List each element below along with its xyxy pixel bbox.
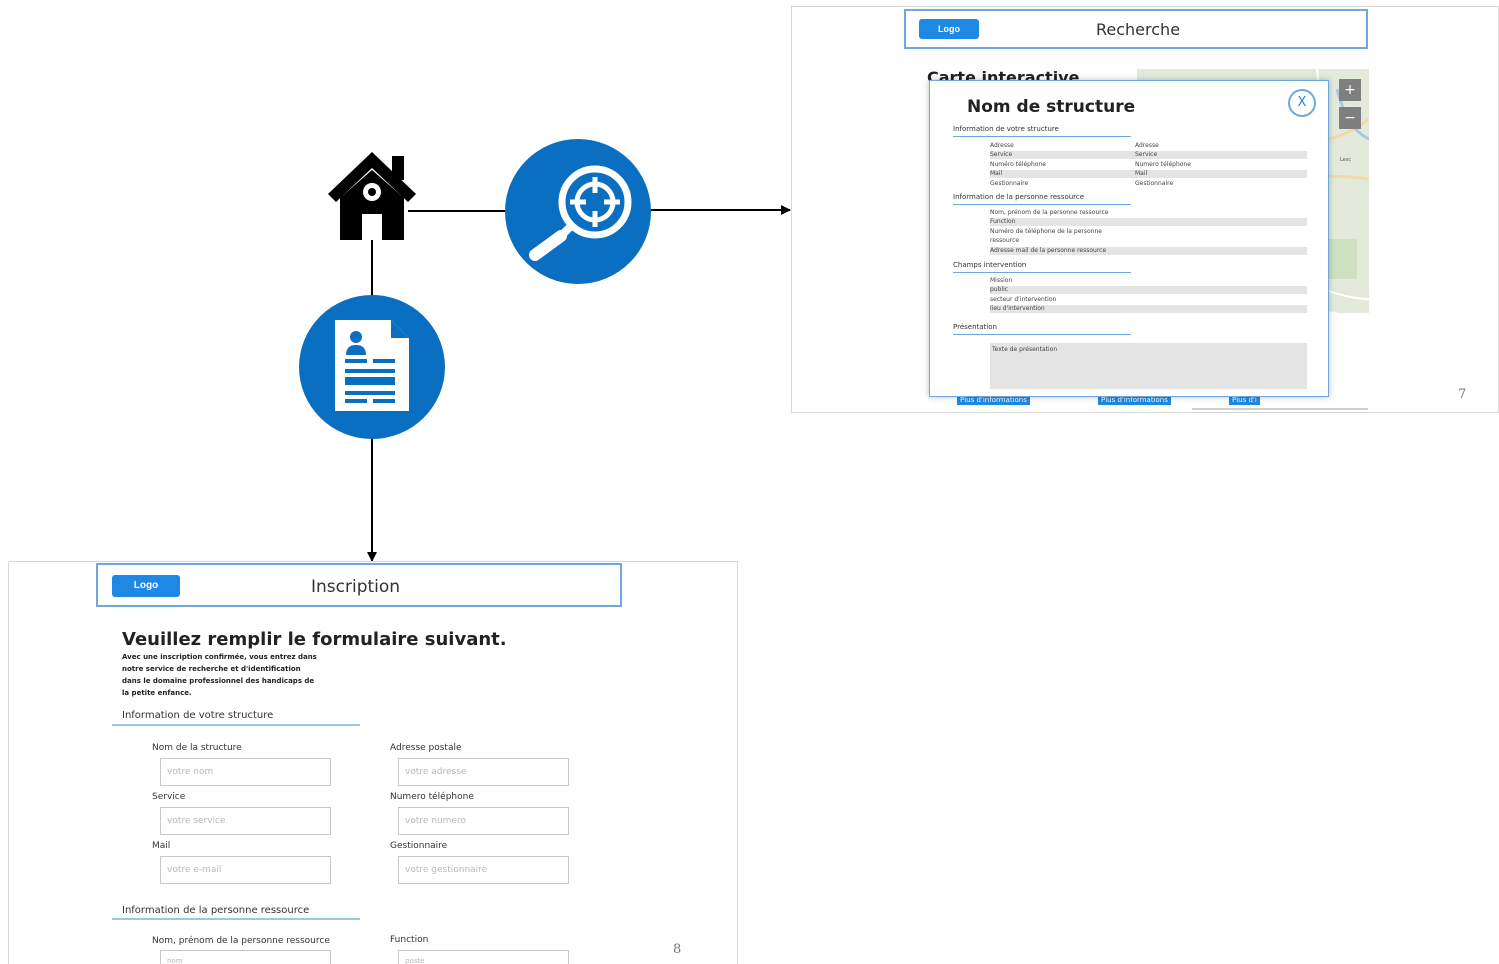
intro-line: la petite enfance.	[122, 689, 192, 697]
field-label: Mail	[152, 841, 171, 851]
intro-line: Avec une inscription confirmée, vous ent…	[122, 653, 317, 661]
form-section-title: Information de votre structure	[122, 710, 274, 721]
modal-row: Mail Mail	[990, 170, 1307, 178]
intro-line: notre service de recherche et d'identifi…	[122, 665, 301, 673]
modal-row: Function	[990, 218, 1307, 226]
modal-title: Nom de structure	[967, 97, 1136, 117]
inscription-header-title: Inscription	[311, 577, 401, 597]
section-underline	[953, 204, 1131, 205]
address-input[interactable]: votre adresse	[398, 758, 569, 786]
divider	[1192, 408, 1368, 410]
inscription-header: Logo Inscription	[96, 563, 622, 607]
modal-section-title: Présentation	[953, 323, 997, 331]
form-title: Veuillez remplir le formulaire suivant.	[122, 629, 507, 650]
modal-section-title: Information de votre structure	[953, 125, 1059, 133]
modal-row: Numéro de téléphone de la personne	[990, 228, 1102, 235]
home-icon	[328, 152, 416, 240]
search-header-title: Recherche	[1096, 20, 1181, 39]
zoom-out-button[interactable]: −	[1339, 107, 1361, 129]
field-label: Function	[390, 935, 429, 945]
intro-line: dans le domaine professionnel des handic…	[122, 677, 315, 685]
page-number: 7	[1458, 387, 1467, 402]
modal-row: Nom, prénom de la personne ressource	[990, 209, 1109, 216]
section-underline	[953, 272, 1131, 273]
section-underline	[112, 918, 360, 920]
structure-name-input[interactable]: votre nom	[160, 758, 331, 786]
service-input[interactable]: votre service	[160, 807, 331, 835]
email-input[interactable]: votre e-mail	[160, 856, 331, 884]
modal-row: Adresse mail de la personne ressource	[990, 247, 1307, 255]
logo-button[interactable]: Logo	[919, 19, 979, 39]
page-number: 8	[673, 942, 682, 957]
phone-input[interactable]: votre numero	[398, 807, 569, 835]
section-underline	[953, 334, 1131, 335]
close-button[interactable]: X	[1288, 89, 1316, 117]
function-input[interactable]: poste	[398, 950, 569, 964]
field-label: Adresse postale	[390, 743, 462, 753]
modal-row: Mission	[990, 277, 1013, 284]
structure-detail-modal: Nom de structure X Information de votre …	[929, 80, 1329, 397]
modal-row: secteur d'intervention	[990, 296, 1057, 303]
zoom-in-button[interactable]: +	[1339, 79, 1361, 101]
field-label: Nom, prénom de la personne ressource	[152, 936, 330, 946]
registration-form-icon	[299, 295, 445, 439]
modal-row: lieu d'intervention	[990, 305, 1307, 313]
modal-row: ressource	[990, 237, 1020, 244]
presentation-text: Texte de présentation	[990, 343, 1307, 389]
search-page-mockup: Logo Recherche Carte interactive + − Les…	[791, 6, 1499, 413]
modal-row: Gestionnaire Gestionnaire	[990, 180, 1174, 187]
modal-section-title: Information de la personne ressource	[953, 193, 1085, 201]
logo-button[interactable]: Logo	[112, 575, 180, 597]
form-section-title: Information de la personne ressource	[122, 905, 310, 916]
person-name-input[interactable]: nom	[160, 950, 331, 964]
field-label: Nom de la structure	[152, 743, 242, 753]
field-label: Gestionnaire	[390, 841, 448, 851]
modal-row: public	[990, 286, 1307, 294]
inscription-page-mockup: Logo Inscription Veuillez remplir le for…	[8, 561, 738, 964]
map-place-label: Lesc	[1340, 157, 1352, 163]
section-underline	[112, 724, 360, 726]
section-underline	[953, 136, 1131, 137]
field-label: Service	[152, 792, 186, 802]
field-label: Numero téléphone	[390, 792, 474, 802]
search-target-icon	[505, 139, 651, 284]
search-header: Logo Recherche	[904, 9, 1368, 49]
modal-row: Adresse Adresse	[990, 142, 1159, 149]
modal-section-title: Champs intervention	[953, 261, 1027, 269]
modal-row: Service Service	[990, 151, 1307, 159]
modal-row: Numéro téléphone Numero téléphone	[990, 161, 1191, 168]
manager-input[interactable]: votre gestionnaire	[398, 856, 569, 884]
